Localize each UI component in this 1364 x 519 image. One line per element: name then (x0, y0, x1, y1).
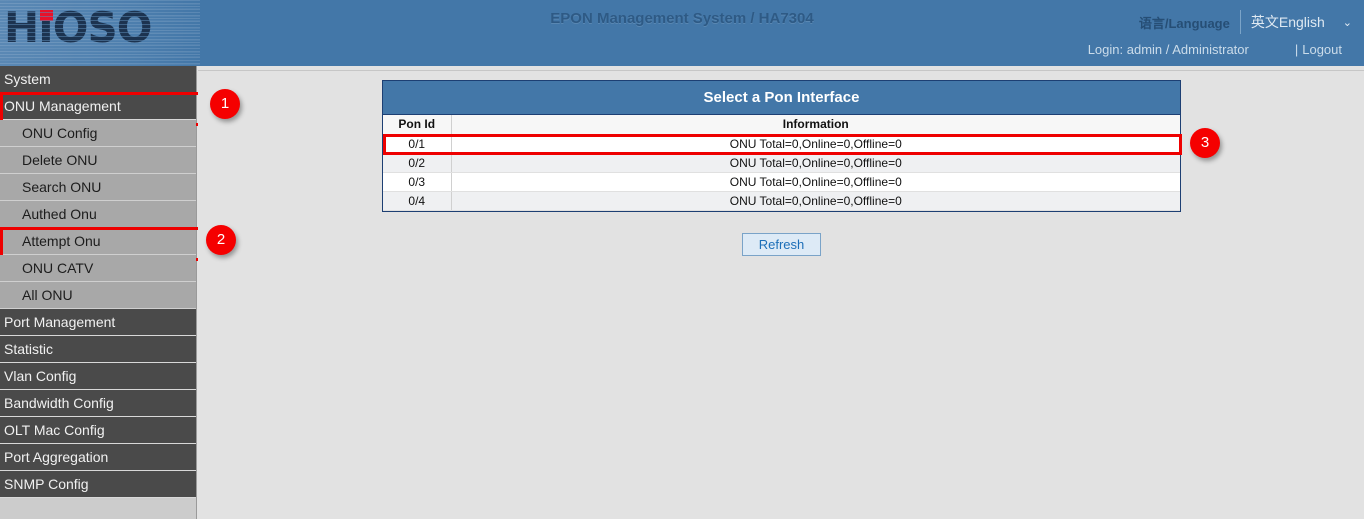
page-header: HIOSO EPON Management System / HA7304 语言… (0, 0, 1364, 66)
refresh-button[interactable]: Refresh (742, 233, 822, 256)
sidebar-item-label: Bandwidth Config (4, 395, 114, 411)
annotation-badge-1: 1 (210, 89, 240, 119)
table-row[interactable]: 0/3ONU Total=0,Online=0,Offline=0 (383, 172, 1180, 191)
login-user-text: Login: admin / Administrator (1088, 42, 1249, 57)
sidebar-item-authed-onu[interactable]: Authed Onu (0, 201, 196, 228)
sidebar-item-label: Statistic (4, 341, 53, 357)
sidebar-item-snmp-config[interactable]: SNMP Config (0, 471, 196, 498)
sidebar-item-label: OLT Mac Config (4, 422, 105, 438)
sidebar-item-label: Attempt Onu (22, 233, 101, 249)
cell-pon-id[interactable]: 0/2 (383, 153, 451, 172)
language-selector-group: 语言/Language 英文English ⌄ (1139, 10, 1356, 34)
login-status-bar: Login: admin / Administrator | Logout (1088, 42, 1364, 57)
cell-pon-id[interactable]: 0/3 (383, 172, 451, 191)
chevron-down-icon: ⌄ (1343, 16, 1352, 29)
annotation-badge-3: 3 (1190, 128, 1220, 158)
cell-information: ONU Total=0,Online=0,Offline=0 (451, 134, 1180, 153)
main-content: Select a Pon Interface Pon Id Informatio… (198, 66, 1364, 519)
column-header-pon-id: Pon Id (383, 115, 451, 134)
sidebar-item-label: ONU Management (4, 98, 121, 114)
sidebar-item-label: SNMP Config (4, 476, 89, 492)
sidebar-item-system[interactable]: System (0, 66, 196, 93)
sidebar-item-bandwidth-config[interactable]: Bandwidth Config (0, 390, 196, 417)
sidebar-item-olt-mac-config[interactable]: OLT Mac Config (0, 417, 196, 444)
content-top-divider (198, 70, 1364, 71)
sidebar-item-label: Authed Onu (22, 206, 97, 222)
sidebar-item-port-aggregation[interactable]: Port Aggregation (0, 444, 196, 471)
sidebar-item-label: Port Management (4, 314, 115, 330)
table-row[interactable]: 0/1ONU Total=0,Online=0,Offline=0 (383, 134, 1180, 153)
cell-information: ONU Total=0,Online=0,Offline=0 (451, 153, 1180, 172)
sidebar-item-onu-config[interactable]: ONU Config (0, 120, 196, 147)
sidebar-item-label: All ONU (22, 287, 73, 303)
logout-link[interactable]: Logout (1302, 42, 1342, 57)
sidebar-item-label: Port Aggregation (4, 449, 108, 465)
cell-pon-id[interactable]: 0/4 (383, 191, 451, 210)
sidebar-item-label: Vlan Config (4, 368, 76, 384)
sidebar-item-label: System (4, 71, 51, 87)
sidebar-item-all-onu[interactable]: All ONU (0, 282, 196, 309)
sidebar-item-label: Search ONU (22, 179, 101, 195)
table-row[interactable]: 0/2ONU Total=0,Online=0,Offline=0 (383, 153, 1180, 172)
language-label: 语言/Language (1139, 13, 1230, 32)
sidebar-item-port-management[interactable]: Port Management (0, 309, 196, 336)
table-row[interactable]: 0/4ONU Total=0,Online=0,Offline=0 (383, 191, 1180, 210)
sidebar-item-statistic[interactable]: Statistic (0, 336, 196, 363)
annotation-badge-2: 2 (206, 225, 236, 255)
table-header-row: Pon Id Information (383, 115, 1180, 134)
sidebar-item-onu-management[interactable]: ONU Management (0, 93, 196, 120)
sidebar-item-label: ONU Config (22, 125, 97, 141)
cell-information: ONU Total=0,Online=0,Offline=0 (451, 191, 1180, 210)
pon-interface-panel: Select a Pon Interface Pon Id Informatio… (382, 80, 1181, 212)
language-select[interactable]: 英文English ⌄ (1240, 10, 1356, 34)
sidebar-item-search-onu[interactable]: Search ONU (0, 174, 196, 201)
sidebar-item-attempt-onu[interactable]: Attempt Onu (0, 228, 196, 255)
language-selected-value: 英文English (1251, 12, 1325, 32)
cell-information: ONU Total=0,Online=0,Offline=0 (451, 172, 1180, 191)
logout-separator: | (1295, 42, 1298, 57)
sidebar-item-label: ONU CATV (22, 260, 93, 276)
refresh-button-container: Refresh (382, 233, 1181, 256)
sidebar-item-onu-catv[interactable]: ONU CATV (0, 255, 196, 282)
panel-title: Select a Pon Interface (383, 81, 1180, 115)
sidebar-item-delete-onu[interactable]: Delete ONU (0, 147, 196, 174)
sidebar-item-vlan-config[interactable]: Vlan Config (0, 363, 196, 390)
sidebar-navigation: System ONU Management ONU Config Delete ONU… (0, 66, 197, 519)
sidebar-item-label: Delete ONU (22, 152, 97, 168)
column-header-information: Information (451, 115, 1180, 134)
cell-pon-id[interactable]: 0/1 (383, 134, 451, 153)
pon-interface-table: Pon Id Information 0/1ONU Total=0,Online… (383, 115, 1180, 211)
